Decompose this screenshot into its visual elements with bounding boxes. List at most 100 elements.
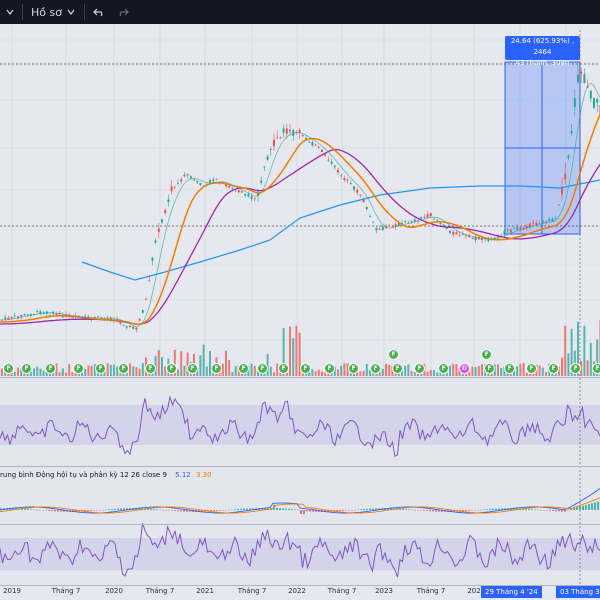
candle-body — [269, 149, 272, 150]
earnings-marker[interactable]: F — [438, 363, 449, 374]
earnings-marker[interactable]: F — [45, 363, 56, 374]
candle-body — [330, 161, 333, 164]
macd-hist-bar — [477, 510, 479, 511]
candle-body — [458, 235, 461, 237]
volume-bar — [452, 363, 455, 376]
volume-bar — [365, 363, 368, 376]
earnings-marker[interactable]: F — [370, 363, 381, 374]
volume-bar — [429, 370, 432, 376]
macd-hist-bar — [411, 509, 413, 511]
earnings-marker[interactable]: F — [166, 363, 177, 374]
earnings-marker[interactable]: F — [526, 363, 537, 374]
earnings-marker[interactable]: F — [21, 363, 32, 374]
volume-bar — [39, 368, 42, 376]
earnings-marker[interactable]: F — [73, 363, 84, 374]
macd-hist-bar — [300, 510, 302, 514]
macd-legend[interactable]: rung bình Động hội tụ và phân kỳ 12 26 c… — [0, 471, 212, 479]
earnings-marker[interactable]: F — [257, 363, 268, 374]
dividend-marker[interactable]: D — [459, 363, 470, 374]
volume-bar — [337, 369, 339, 376]
candle-body — [589, 90, 592, 99]
earnings-marker[interactable]: F — [392, 363, 403, 374]
candle-body — [196, 180, 199, 183]
candle-body — [593, 98, 595, 108]
macd-hist-bar — [24, 508, 26, 510]
macd-hist-bar — [339, 510, 341, 512]
volume-bar — [202, 344, 205, 376]
earnings-marker[interactable]: F — [300, 363, 311, 374]
volume-bar — [36, 366, 39, 376]
macd-value: 5.12 — [175, 471, 191, 479]
price-chart[interactable] — [0, 0, 600, 600]
macd-hist-bar — [420, 510, 422, 511]
macd-hist-bar — [90, 510, 92, 511]
volume-bar — [292, 338, 295, 376]
volume-bar — [388, 364, 391, 376]
candle-body — [122, 324, 125, 326]
candle-body — [23, 314, 26, 316]
earnings-marker[interactable]: F — [388, 349, 399, 360]
pane-divider[interactable] — [0, 466, 600, 467]
earnings-marker[interactable]: F — [278, 363, 289, 374]
earnings-marker[interactable]: F — [592, 363, 600, 374]
candle-body — [362, 199, 365, 203]
volume-bar — [177, 369, 179, 376]
macd-hist-bar — [594, 502, 596, 510]
macd-hist-bar — [102, 509, 104, 511]
volume-bar — [183, 365, 186, 376]
macd-hist-bar — [54, 510, 56, 512]
earnings-marker[interactable]: F — [324, 363, 335, 374]
macd-hist-bar — [462, 510, 464, 512]
earnings-marker[interactable]: F — [187, 363, 198, 374]
candle-body — [378, 228, 381, 230]
candle-body — [580, 71, 583, 74]
macd-hist-bar — [468, 510, 470, 511]
earnings-marker[interactable]: F — [145, 363, 156, 374]
earnings-marker[interactable]: F — [548, 363, 559, 374]
candle-body — [369, 216, 371, 217]
earnings-marker[interactable]: F — [238, 363, 249, 374]
candle-body — [442, 224, 445, 226]
earnings-marker[interactable]: F — [211, 363, 222, 374]
volume-bar — [199, 355, 202, 376]
volume-bar — [407, 364, 410, 376]
macd-hist-bar — [372, 508, 374, 510]
macd-hist-bar — [423, 510, 425, 511]
candle-body — [596, 99, 599, 103]
earnings-marker[interactable]: F — [3, 363, 14, 374]
macd-hist-bar — [525, 508, 527, 510]
candle-body — [516, 227, 519, 230]
candle-body — [289, 129, 291, 132]
macd-hist-bar — [540, 509, 542, 511]
candle-body — [36, 310, 39, 312]
xaxis-badge-start: 29 Tháng 4 '24 — [481, 586, 542, 598]
earnings-marker[interactable]: F — [504, 363, 515, 374]
candle-body — [273, 139, 275, 147]
candle-body — [311, 142, 314, 146]
earnings-marker[interactable]: F — [118, 363, 129, 374]
macd-hist-bar — [162, 509, 164, 511]
macd-hist-bar — [114, 508, 116, 510]
candle-body — [55, 313, 58, 316]
macd-hist-bar — [276, 507, 278, 510]
macd-hist-bar — [51, 510, 53, 512]
candle-body — [231, 187, 234, 189]
candle-body — [365, 207, 368, 210]
volume-bar — [471, 366, 474, 376]
candle-body — [180, 179, 183, 182]
earnings-marker[interactable]: F — [414, 363, 425, 374]
earnings-marker[interactable]: F — [570, 363, 581, 374]
volume-bar — [234, 366, 237, 376]
volume-bar — [209, 351, 211, 376]
earnings-marker[interactable]: F — [95, 363, 106, 374]
earnings-marker[interactable]: F — [481, 349, 492, 360]
macd-hist-bar — [120, 508, 122, 510]
earnings-marker[interactable]: F — [348, 363, 359, 374]
measure-line1: 24.64 (625.93%) , 2464 — [510, 37, 575, 56]
pane-divider[interactable] — [0, 524, 600, 525]
macd-hist-bar — [564, 510, 566, 512]
earnings-marker[interactable]: F — [484, 363, 495, 374]
pane-divider[interactable] — [0, 377, 600, 378]
candle-body — [20, 315, 23, 317]
candle-body — [404, 221, 407, 223]
